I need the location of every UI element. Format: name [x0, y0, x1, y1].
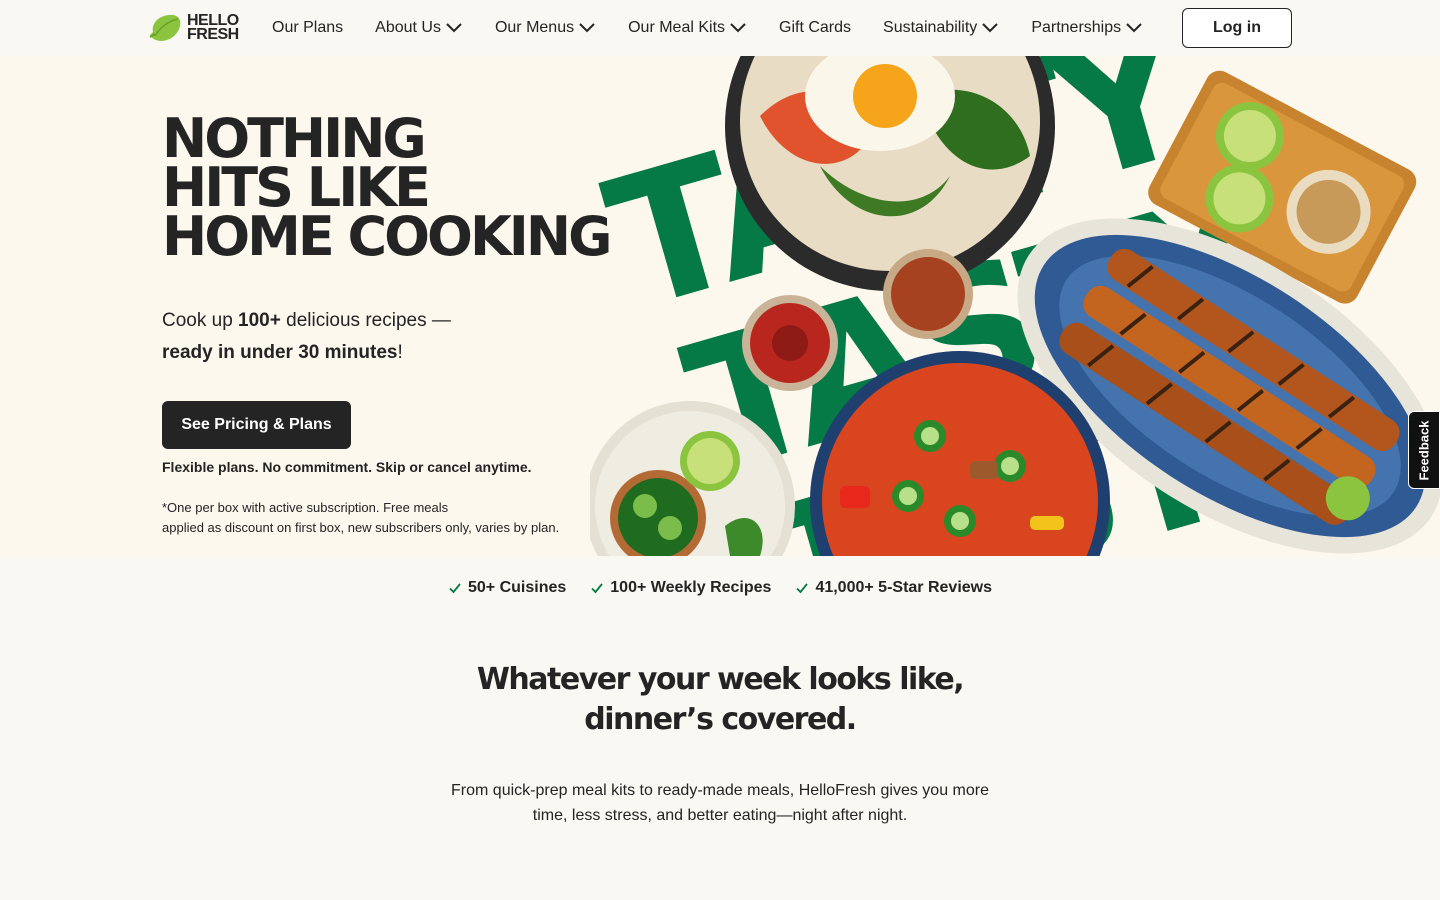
chevron-down-icon	[730, 23, 746, 33]
spice-powder-bowl	[883, 249, 973, 339]
chevron-down-icon	[982, 23, 999, 33]
disclaimer-text: *One per box with active subscription. F…	[162, 500, 560, 535]
flexible-plans-note: Flexible plans. No commitment. Skip or c…	[162, 459, 532, 475]
see-pricing-plans-button[interactable]: See Pricing & Plans	[162, 401, 351, 449]
stat-cuisines: 50+ Cuisines	[448, 579, 566, 597]
nav-our-plans[interactable]: Our Plans	[272, 19, 343, 37]
hero-title: NOTHING HITS LIKE HOME COOKING	[162, 107, 612, 268]
chevron-down-icon	[1126, 23, 1142, 33]
top-navigation: HELLO FRESH Our Plans About Us Our Menus…	[0, 0, 1440, 56]
nav-our-meal-kits[interactable]: Our Meal Kits	[628, 19, 747, 37]
nav-our-menus[interactable]: Our Menus	[495, 19, 596, 37]
nav-sustainability[interactable]: Sustainability	[883, 19, 999, 37]
chevron-down-icon	[446, 23, 462, 33]
nav-partnerships[interactable]: Partnerships	[1031, 19, 1143, 37]
check-icon	[591, 583, 603, 594]
stat-weekly-recipes: 100+ Weekly Recipes	[590, 579, 771, 597]
stats-row: 50+ Cuisines 100+ Weekly Recipes 41,000+…	[0, 566, 1440, 610]
nav-gift-cards[interactable]: Gift Cards	[779, 19, 851, 37]
chevron-down-icon	[579, 23, 595, 33]
hellofresh-logo[interactable]: HELLO FRESH	[147, 12, 243, 44]
main-menu: Our Plans About Us Our Menus Our Meal Ki…	[272, 0, 1175, 56]
logo-wordmark: HELLO FRESH	[187, 12, 239, 43]
login-button[interactable]: Log in	[1182, 8, 1292, 48]
food-spread-image: TASTY TASTY TASTY	[590, 56, 1440, 556]
hero-section: NOTHING HITS LIKE HOME COOKING Cook up 1…	[0, 56, 1440, 556]
lime-logo-icon	[149, 14, 181, 41]
stat-reviews: 41,000+ 5-Star Reviews	[795, 579, 992, 597]
section-heading: Whatever your week looks like, dinner’s …	[476, 662, 965, 737]
chili-paste-bowl	[742, 295, 838, 391]
feedback-tab[interactable]: Feedback	[1408, 411, 1440, 489]
nav-about-us[interactable]: About Us	[375, 19, 463, 37]
check-icon	[796, 583, 809, 594]
section-description: From quick-prep meal kits to ready-made …	[451, 782, 989, 824]
hero-subtitle: Cook up 100+ delicious recipes — ready in…	[162, 310, 451, 363]
check-icon	[449, 583, 461, 594]
